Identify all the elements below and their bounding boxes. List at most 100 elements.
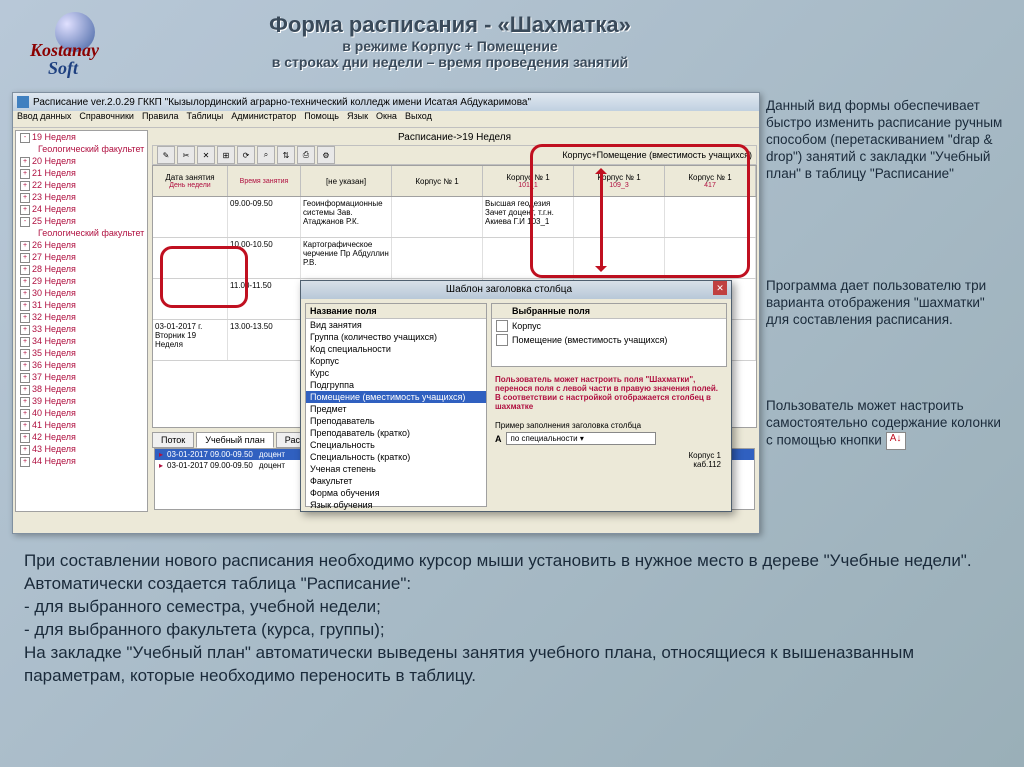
tree-item[interactable]: 35 Неделя: [16, 347, 147, 359]
tree-item[interactable]: 36 Неделя: [16, 359, 147, 371]
menu-item[interactable]: Администратор: [231, 111, 296, 127]
table-cell: Геоинформационные системы Зав. Атаджанов…: [301, 197, 392, 237]
tree-item[interactable]: 21 Неделя: [16, 167, 147, 179]
dialog-title: Шаблон заголовка столбца: [305, 281, 713, 299]
tree-item[interactable]: 20 Неделя: [16, 155, 147, 167]
tree-item[interactable]: 42 Неделя: [16, 431, 147, 443]
bold-label: A: [495, 434, 502, 444]
dialog-titlebar[interactable]: Шаблон заголовка столбца ✕: [301, 281, 731, 299]
menu-item[interactable]: Помощь: [304, 111, 339, 127]
tree-item[interactable]: 33 Неделя: [16, 323, 147, 335]
tree-item[interactable]: 41 Неделя: [16, 419, 147, 431]
checkbox[interactable]: [496, 334, 508, 346]
arrow-icon: [600, 170, 603, 270]
menu-item[interactable]: Окна: [376, 111, 397, 127]
checkbox[interactable]: [496, 320, 508, 332]
field-item[interactable]: Специальность: [306, 439, 486, 451]
week-tree[interactable]: 19 НеделяГеологический факультет20 Недел…: [15, 130, 148, 512]
column-template-dialog: Шаблон заголовка столбца ✕ Название поля…: [300, 280, 732, 512]
field-item[interactable]: Вид занятия: [306, 319, 486, 331]
toolbar-button[interactable]: ⚙: [317, 146, 335, 164]
field-item[interactable]: Предмет: [306, 403, 486, 415]
table-cell: [392, 197, 483, 237]
field-item[interactable]: Специальность (кратко): [306, 451, 486, 463]
column-header[interactable]: Корпус № 1109_3: [574, 166, 665, 196]
table-cell: [153, 238, 228, 278]
tree-item[interactable]: 25 Неделя: [16, 215, 147, 227]
tree-item[interactable]: 26 Неделя: [16, 239, 147, 251]
toolbar-button[interactable]: ✎: [157, 146, 175, 164]
menu-item[interactable]: Ввод данных: [17, 111, 71, 127]
toolbar-button[interactable]: ⊞: [217, 146, 235, 164]
close-button[interactable]: ✕: [713, 281, 727, 295]
menu-item[interactable]: Язык: [347, 111, 368, 127]
tree-item[interactable]: Геологический факультет: [16, 227, 147, 239]
table-cell: Высшая геодезия Зачет доцент, т.г.н. Аки…: [483, 197, 574, 237]
tree-item[interactable]: 37 Неделя: [16, 371, 147, 383]
available-fields-list[interactable]: Название поля Вид занятияГруппа (количес…: [305, 303, 487, 507]
tree-item[interactable]: 23 Неделя: [16, 191, 147, 203]
column-header[interactable]: Время занятия: [228, 166, 301, 196]
tree-item[interactable]: 27 Неделя: [16, 251, 147, 263]
column-header[interactable]: Корпус № 1101_1: [483, 166, 574, 196]
field-item[interactable]: Помещение (вместимость учащихся): [306, 391, 486, 403]
tree-item[interactable]: 22 Неделя: [16, 179, 147, 191]
table-row[interactable]: 10.00-10.50Картографическое черчение Пр …: [153, 238, 756, 279]
field-item[interactable]: Преподаватель: [306, 415, 486, 427]
toolbar-button[interactable]: ⎙: [297, 146, 315, 164]
field-item[interactable]: Ученая степень: [306, 463, 486, 475]
menu-item[interactable]: Справочники: [79, 111, 134, 127]
field-item[interactable]: Язык обучения: [306, 499, 486, 511]
field-item[interactable]: Преподаватель (кратко): [306, 427, 486, 439]
menu-item[interactable]: Таблицы: [187, 111, 224, 127]
tree-item[interactable]: 31 Неделя: [16, 299, 147, 311]
toolbar-button[interactable]: ✂: [177, 146, 195, 164]
menu-item[interactable]: Выход: [405, 111, 432, 127]
tab-Учебный план[interactable]: Учебный план: [196, 432, 274, 448]
column-header[interactable]: Корпус № 1417: [665, 166, 756, 196]
column-config-icon: A↓: [886, 432, 906, 450]
tree-item[interactable]: 43 Неделя: [16, 443, 147, 455]
tree-item[interactable]: 24 Неделя: [16, 203, 147, 215]
selected-field-item[interactable]: Корпус: [492, 319, 726, 333]
tree-item[interactable]: 29 Неделя: [16, 275, 147, 287]
field-item[interactable]: Курс: [306, 367, 486, 379]
field-item[interactable]: Код специальности: [306, 343, 486, 355]
side-note-2: Программа дает пользователю три варианта…: [766, 278, 1010, 329]
menubar: Ввод данных Справочники Правила Таблицы Адми…: [13, 111, 759, 128]
example-combo[interactable]: по специальности ▾: [506, 432, 656, 445]
tree-item[interactable]: 34 Неделя: [16, 335, 147, 347]
menu-item[interactable]: Правила: [142, 111, 179, 127]
tree-item[interactable]: 39 Неделя: [16, 395, 147, 407]
table-cell: 13.00-13.50: [228, 320, 301, 360]
tree-item[interactable]: 30 Неделя: [16, 287, 147, 299]
tree-item[interactable]: 19 Неделя: [16, 131, 147, 143]
field-item[interactable]: Форма обучения: [306, 487, 486, 499]
footer-cell-top: Корпус 1: [689, 451, 721, 460]
toolbar-button[interactable]: ⟳: [237, 146, 255, 164]
dialog-note: Пользователь может настроить поля "Шахма…: [491, 371, 727, 415]
tab-Поток[interactable]: Поток: [152, 432, 194, 448]
tree-item[interactable]: 32 Неделя: [16, 311, 147, 323]
tree-item[interactable]: 28 Неделя: [16, 263, 147, 275]
field-item[interactable]: Корпус: [306, 355, 486, 367]
page-subtitle-2: в строках дни недели – время проведения …: [130, 54, 770, 70]
selected-field-item[interactable]: Помещение (вместимость учащихся): [492, 333, 726, 347]
selected-fields-list[interactable]: Выбранные поля КорпусПомещение (вместимо…: [491, 303, 727, 367]
titlebar[interactable]: Расписание ver.2.0.29 ГККП "Кызылординск…: [13, 93, 759, 111]
list-header: Выбранные поля: [512, 306, 590, 316]
column-header[interactable]: Корпус № 1: [392, 166, 483, 196]
toolbar-button[interactable]: ✕: [197, 146, 215, 164]
toolbar-button[interactable]: ⇅: [277, 146, 295, 164]
column-header[interactable]: Дата занятияДень недели: [153, 166, 228, 196]
tree-item[interactable]: Геологический факультет: [16, 143, 147, 155]
field-item[interactable]: Факультет: [306, 475, 486, 487]
tree-item[interactable]: 38 Неделя: [16, 383, 147, 395]
field-item[interactable]: Подгруппа: [306, 379, 486, 391]
column-header[interactable]: [не указан]: [301, 166, 392, 196]
toolbar-button[interactable]: ⌕: [257, 146, 275, 164]
table-row[interactable]: 09.00-09.50Геоинформационные системы Зав…: [153, 197, 756, 238]
tree-item[interactable]: 44 Неделя: [16, 455, 147, 467]
field-item[interactable]: Группа (количество учащихся): [306, 331, 486, 343]
tree-item[interactable]: 40 Неделя: [16, 407, 147, 419]
